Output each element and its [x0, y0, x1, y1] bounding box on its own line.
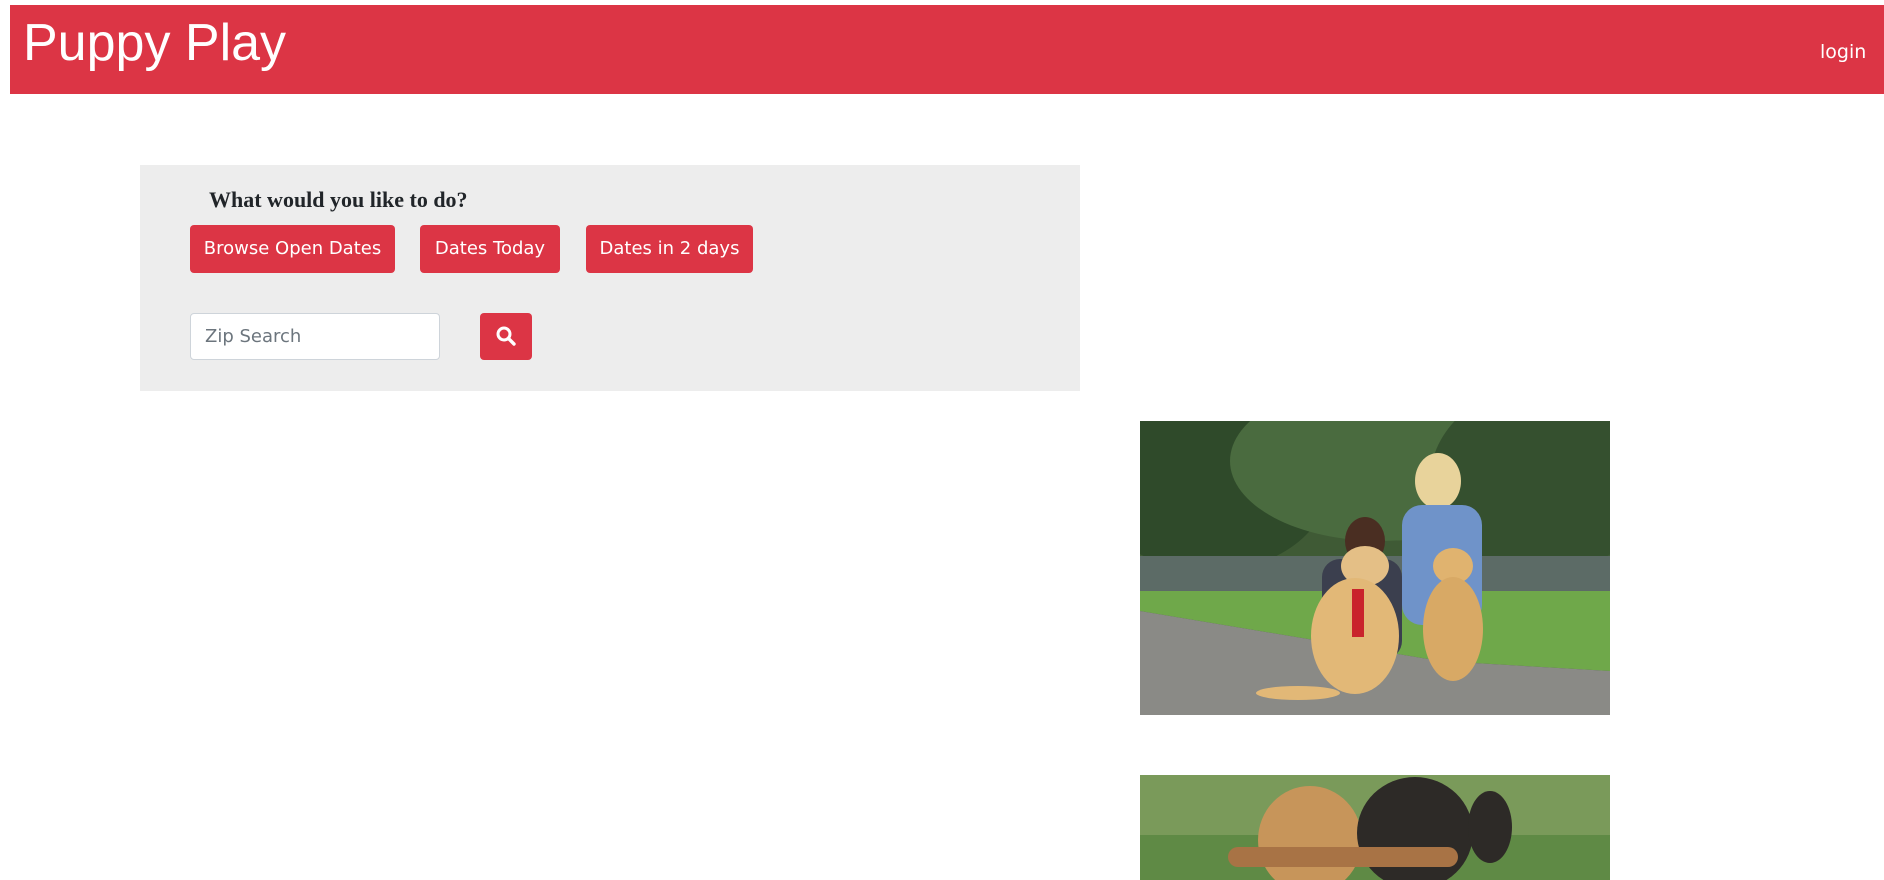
two-dogs-carrying-stick-photo: [1140, 775, 1610, 880]
action-panel: What would you like to do? Browse Open D…: [140, 165, 1080, 391]
dates-today-button[interactable]: Dates Today: [420, 225, 560, 273]
search-icon: [496, 326, 516, 346]
zip-search-input[interactable]: [190, 313, 440, 360]
search-button[interactable]: [480, 313, 532, 360]
two-women-with-golden-retrievers-photo: [1140, 421, 1610, 715]
browse-open-dates-button[interactable]: Browse Open Dates: [190, 225, 395, 273]
top-navbar: Puppy Play login: [10, 5, 1884, 94]
login-link[interactable]: login: [1820, 41, 1884, 63]
brand-logo-link[interactable]: Puppy Play: [23, 14, 286, 72]
panel-title: What would you like to do?: [209, 187, 468, 212]
dates-in-2-days-button[interactable]: Dates in 2 days: [586, 225, 753, 273]
